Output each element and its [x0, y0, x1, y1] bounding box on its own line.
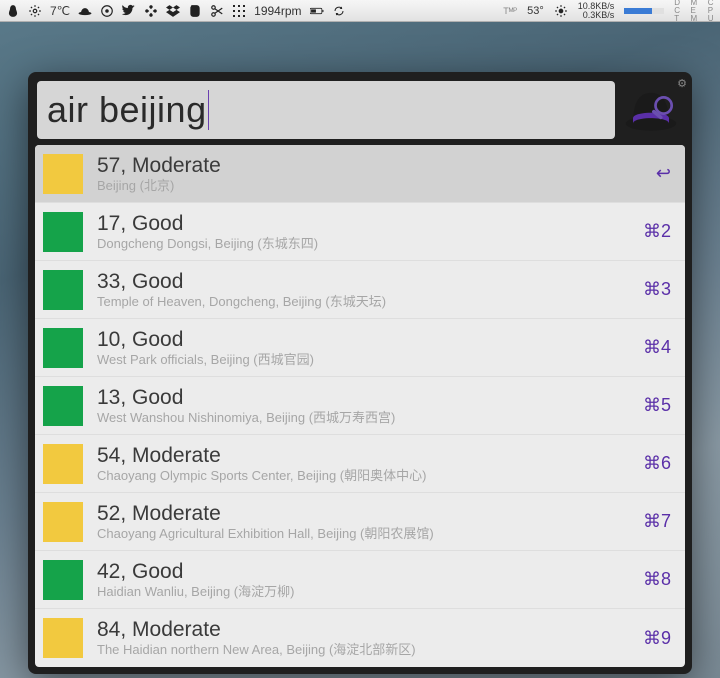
- menubar-mem[interactable]: MEM: [691, 0, 698, 23]
- scissors-icon[interactable]: [210, 4, 224, 18]
- result-text: 17, GoodDongcheng Dongsi, Beijing (东城东四): [97, 212, 633, 252]
- result-row[interactable]: 42, GoodHaidian Wanliu, Beijing (海淀万柳) ⌘8: [35, 551, 685, 609]
- aqi-color-swatch: [43, 560, 83, 600]
- aqi-color-swatch: [43, 212, 83, 252]
- sun-icon[interactable]: [554, 4, 568, 18]
- settings-gear-icon[interactable]: ⚙: [677, 77, 687, 90]
- result-subtitle: West Park officials, Beijing (西城官园): [97, 352, 633, 368]
- shortcut-label: ⌘4: [643, 337, 671, 358]
- sync-icon[interactable]: [332, 4, 346, 18]
- shortcut-label: ⌘2: [643, 221, 671, 242]
- result-title: 84, Moderate: [97, 618, 633, 641]
- result-text: 42, GoodHaidian Wanliu, Beijing (海淀万柳): [97, 560, 633, 600]
- result-subtitle: Beijing (北京): [97, 178, 646, 194]
- results-list: 57, ModerateBeijing (北京) ↩ 17, GoodDongche…: [35, 145, 685, 667]
- result-text: 54, ModerateChaoyang Olympic Sports Cent…: [97, 444, 633, 484]
- result-row[interactable]: 33, GoodTemple of Heaven, Dongcheng, Bei…: [35, 261, 685, 319]
- result-text: 10, GoodWest Park officials, Beijing (西城…: [97, 328, 633, 368]
- result-row[interactable]: 54, ModerateChaoyang Olympic Sports Cent…: [35, 435, 685, 493]
- result-text: 33, GoodTemple of Heaven, Dongcheng, Bei…: [97, 270, 633, 310]
- result-title: 52, Moderate: [97, 502, 633, 525]
- result-subtitle: Temple of Heaven, Dongcheng, Beijing (东城…: [97, 294, 633, 310]
- result-title: 33, Good: [97, 270, 633, 293]
- result-title: 57, Moderate: [97, 154, 646, 177]
- aqi-color-swatch: [43, 328, 83, 368]
- menubar: 7℃ 1994rpm Tᴹᴾ: [0, 0, 720, 22]
- result-title: 54, Moderate: [97, 444, 633, 467]
- menubar-rpm[interactable]: 1994rpm: [254, 4, 301, 18]
- menubar-netspeed[interactable]: 10.8KB/s 0.3KB/s: [578, 2, 615, 20]
- aqi-color-swatch: [43, 618, 83, 658]
- enter-icon: ↩: [656, 163, 671, 184]
- menubar-temp-c[interactable]: 7℃: [50, 4, 70, 18]
- aqi-color-swatch: [43, 444, 83, 484]
- menubar-tmp-label: Tᴹᴾ: [503, 6, 517, 16]
- result-title: 13, Good: [97, 386, 633, 409]
- gear-icon[interactable]: [28, 4, 42, 18]
- menubar-left: 7℃ 1994rpm: [6, 4, 346, 18]
- bowler-hat-icon[interactable]: [78, 4, 92, 18]
- search-row: ⚙ air beijing: [35, 79, 685, 145]
- shortcut-label: ⌘9: [643, 628, 671, 649]
- result-text: 13, GoodWest Wanshou Nishinomiya, Beijin…: [97, 386, 633, 426]
- result-title: 10, Good: [97, 328, 633, 351]
- result-title: 17, Good: [97, 212, 633, 235]
- evernote-icon[interactable]: [188, 4, 202, 18]
- alfred-panel: ⚙ air beijing 57, ModerateBeijing (北京) ↩ 1…: [28, 72, 692, 674]
- shortcut-label: ⌘3: [643, 279, 671, 300]
- result-row[interactable]: 52, ModerateChaoyang Agricultural Exhibi…: [35, 493, 685, 551]
- result-row[interactable]: 10, GoodWest Park officials, Beijing (西城…: [35, 319, 685, 377]
- battery-icon[interactable]: [310, 4, 324, 18]
- menubar-dct[interactable]: DCT: [674, 0, 680, 23]
- shortcut-label: ⌘6: [643, 453, 671, 474]
- result-row[interactable]: 57, ModerateBeijing (北京) ↩: [35, 145, 685, 203]
- result-subtitle: Chaoyang Agricultural Exhibition Hall, B…: [97, 526, 633, 542]
- menubar-temp-f[interactable]: 53°: [527, 5, 544, 17]
- grid-icon[interactable]: [232, 4, 246, 18]
- result-subtitle: Chaoyang Olympic Sports Center, Beijing …: [97, 468, 633, 484]
- aqi-color-swatch: [43, 386, 83, 426]
- alfred-hat-icon: [623, 82, 679, 138]
- result-row[interactable]: 13, GoodWest Wanshou Nishinomiya, Beijin…: [35, 377, 685, 435]
- aqi-color-swatch: [43, 154, 83, 194]
- result-subtitle: Dongcheng Dongsi, Beijing (东城东四): [97, 236, 633, 252]
- net-up: 0.3KB/s: [578, 11, 615, 20]
- menubar-right: Tᴹᴾ 53° 10.8KB/s 0.3KB/s DCT MEM CPU: [503, 0, 714, 23]
- penguin-icon[interactable]: [6, 4, 20, 18]
- result-title: 42, Good: [97, 560, 633, 583]
- shortcut-label: ⌘8: [643, 569, 671, 590]
- aqi-color-swatch: [43, 502, 83, 542]
- menubar-cpu[interactable]: CPU: [708, 0, 714, 23]
- text-cursor: [208, 90, 209, 130]
- twitter-icon[interactable]: [122, 4, 136, 18]
- result-text: 84, ModerateThe Haidian northern New Are…: [97, 618, 633, 658]
- result-row[interactable]: 84, ModerateThe Haidian northern New Are…: [35, 609, 685, 667]
- result-text: 52, ModerateChaoyang Agricultural Exhibi…: [97, 502, 633, 542]
- clover-icon[interactable]: [144, 4, 158, 18]
- dropbox-icon[interactable]: [166, 4, 180, 18]
- result-subtitle: Haidian Wanliu, Beijing (海淀万柳): [97, 584, 633, 600]
- result-subtitle: The Haidian northern New Area, Beijing (…: [97, 642, 633, 658]
- menubar-bar[interactable]: [624, 7, 664, 14]
- shortcut-label: ⌘5: [643, 395, 671, 416]
- result-text: 57, ModerateBeijing (北京): [97, 154, 646, 194]
- search-query: air beijing: [47, 89, 207, 131]
- aqi-color-swatch: [43, 270, 83, 310]
- shortcut-label: ⌘7: [643, 511, 671, 532]
- result-subtitle: West Wanshou Nishinomiya, Beijing (西城万寿西…: [97, 410, 633, 426]
- search-input[interactable]: air beijing: [37, 81, 615, 139]
- result-row[interactable]: 17, GoodDongcheng Dongsi, Beijing (东城东四)…: [35, 203, 685, 261]
- circle-icon[interactable]: [100, 4, 114, 18]
